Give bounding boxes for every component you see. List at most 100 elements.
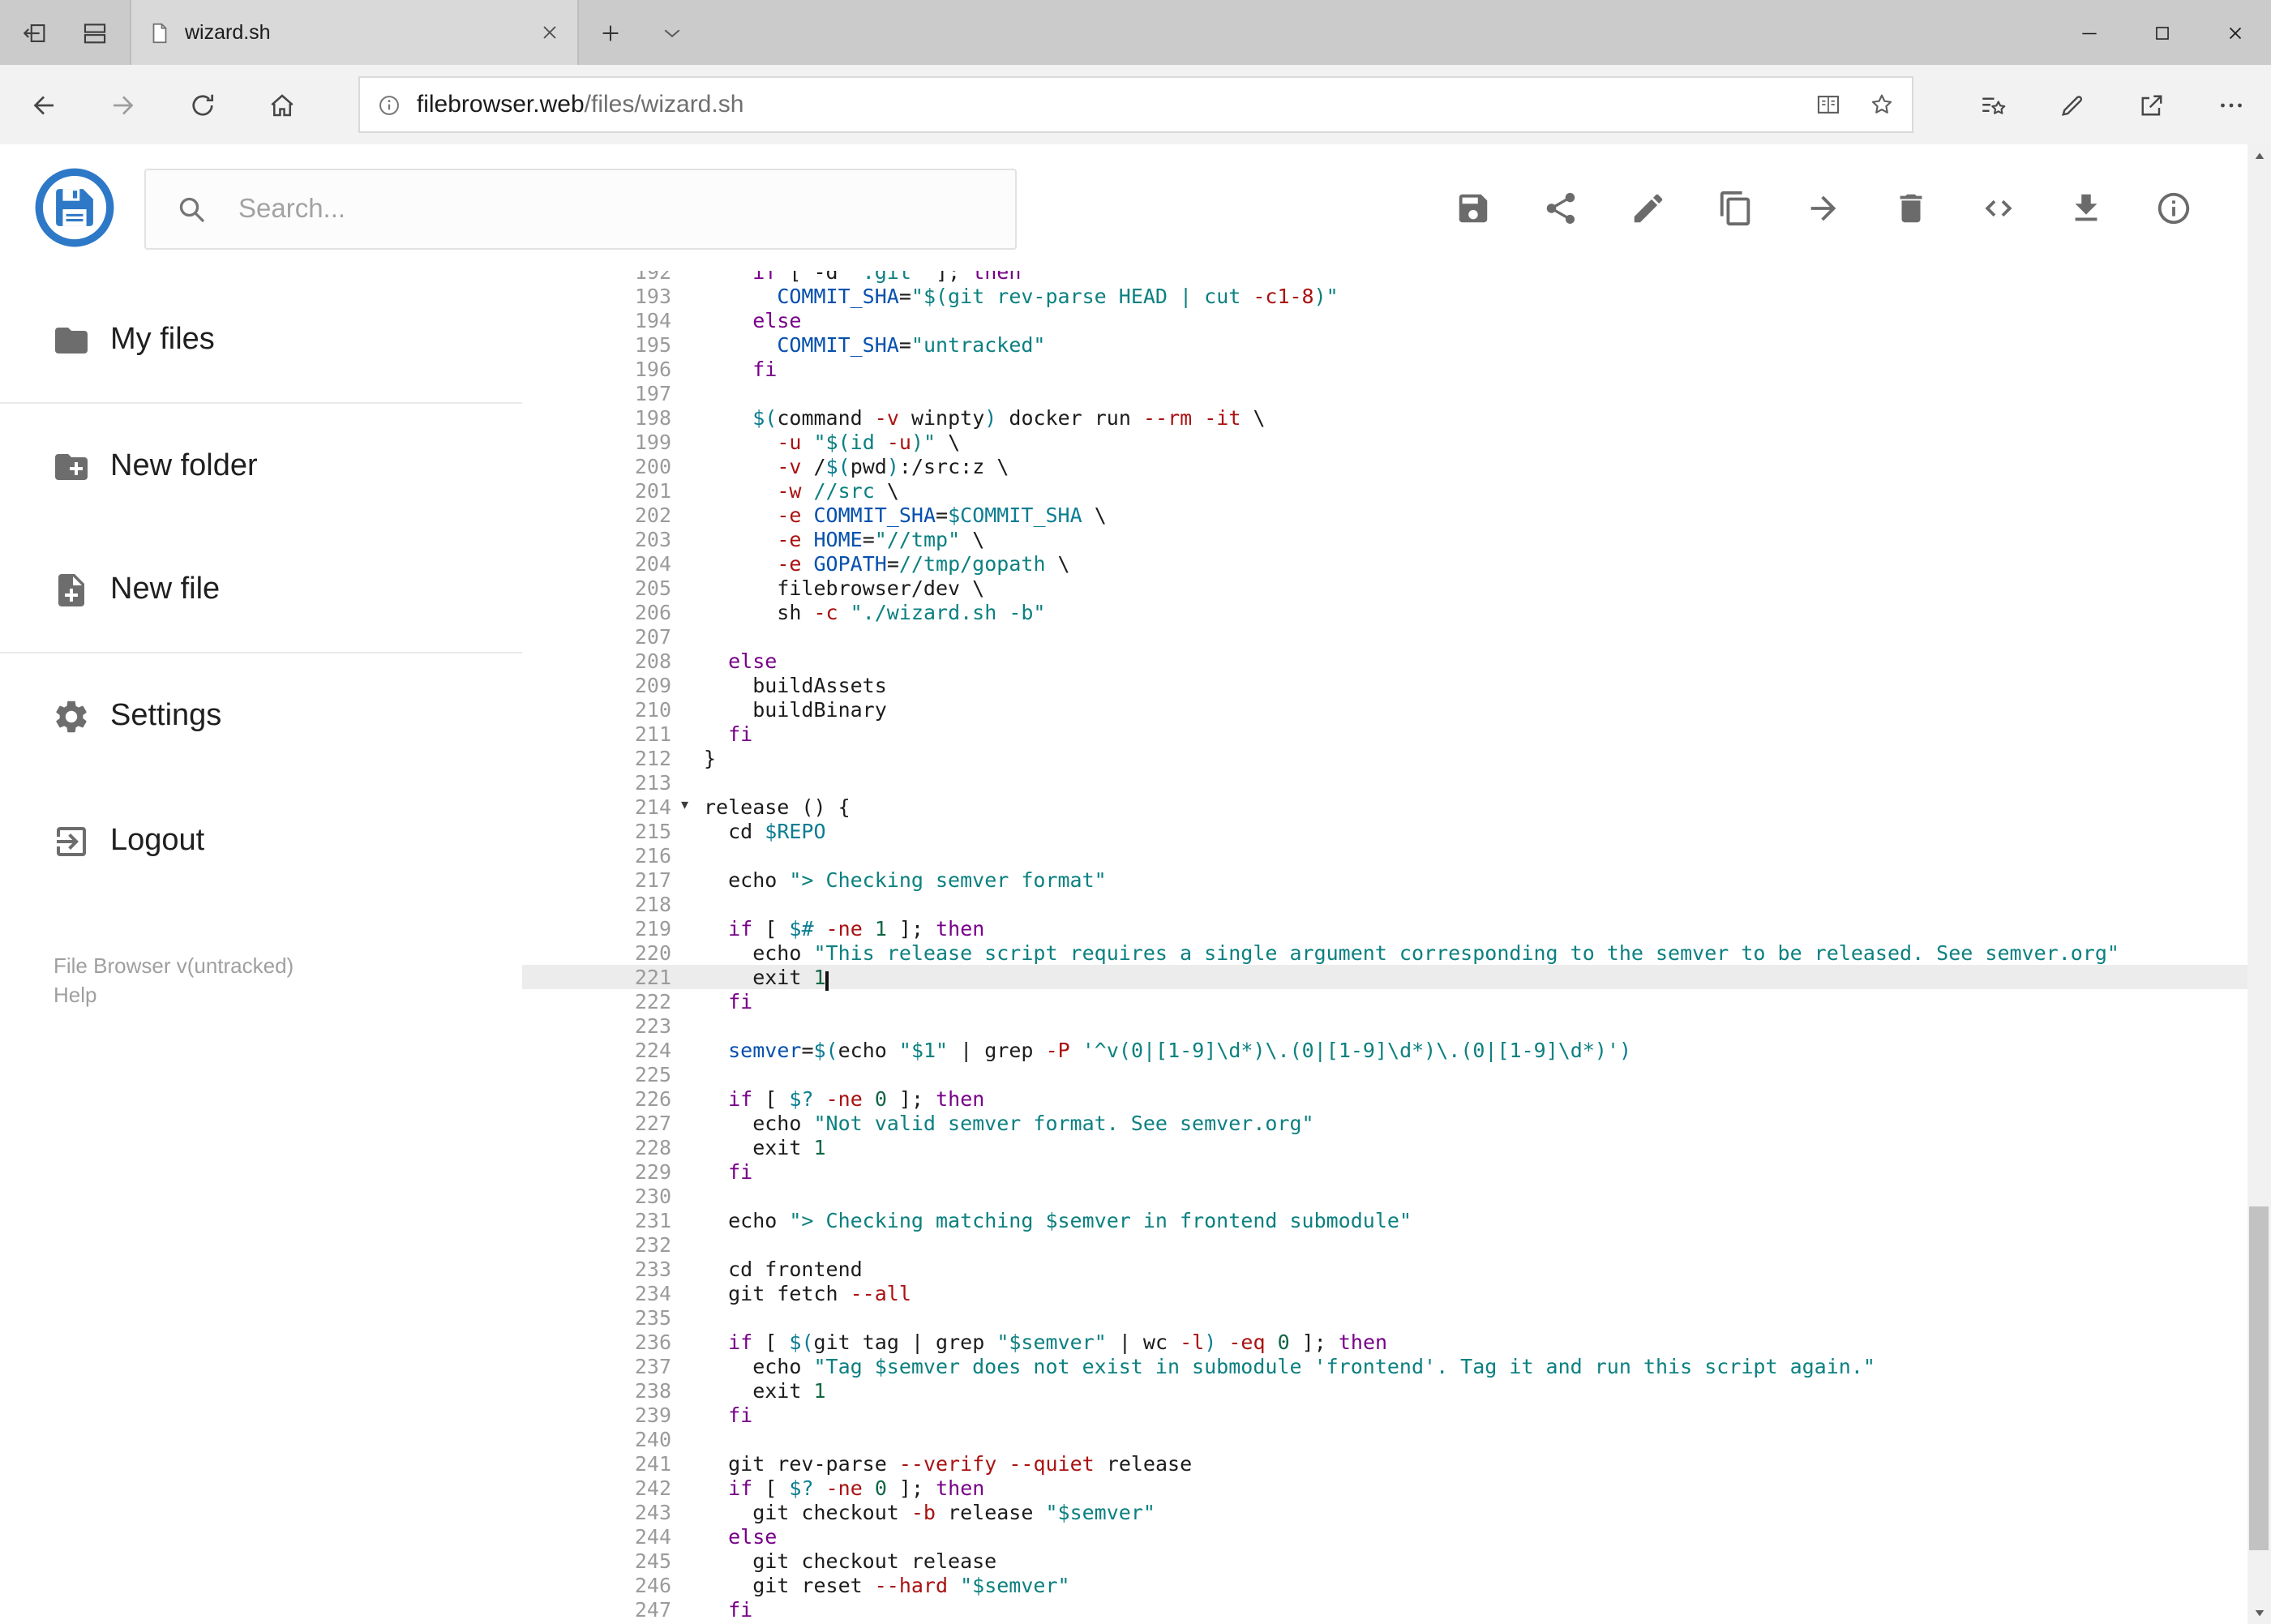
code-line[interactable]: 220 echo "This release script requires a…	[522, 941, 2247, 965]
share-page-button[interactable]	[2112, 66, 2192, 144]
home-button[interactable]	[242, 66, 322, 144]
code-line[interactable]: 212}	[522, 746, 2247, 770]
share-button[interactable]	[1524, 172, 1596, 243]
code-line[interactable]: 230	[522, 1184, 2247, 1208]
code-line[interactable]: 202 -e COMMIT_SHA=$COMMIT_SHA \	[522, 503, 2247, 527]
code-line[interactable]: 219 if [ $# -ne 1 ]; then	[522, 916, 2247, 941]
sidebar-item-my-files[interactable]: My files	[0, 279, 522, 404]
code-line[interactable]: 201 -w //src \	[522, 478, 2247, 503]
code-line[interactable]: 240	[522, 1427, 2247, 1451]
info-button[interactable]	[2137, 172, 2209, 243]
more-menu-button[interactable]	[2192, 66, 2271, 144]
forward-button[interactable]	[83, 66, 162, 144]
code-line[interactable]: 237 echo "Tag $semver does not exist in …	[522, 1354, 2247, 1378]
code-line[interactable]: 215 cd $REPO	[522, 819, 2247, 843]
edit-button[interactable]	[1612, 172, 1683, 243]
code-line[interactable]: 203 -e HOME="//tmp" \	[522, 527, 2247, 551]
new-tab-button[interactable]	[579, 0, 641, 65]
code-line[interactable]: 223	[522, 1013, 2247, 1038]
code-line[interactable]: 196 fi	[522, 357, 2247, 381]
code-line[interactable]: 222 fi	[522, 989, 2247, 1013]
code-line[interactable]: 214 ▾ release () {	[522, 795, 2247, 819]
address-bar[interactable]: filebrowser.web/files/wizard.sh	[358, 76, 1914, 133]
tab-preview-toggle[interactable]	[641, 0, 702, 65]
filebrowser-logo[interactable]	[34, 167, 115, 248]
code-line[interactable]: 231 echo "> Checking matching $semver in…	[522, 1208, 2247, 1232]
code-line[interactable]: 216	[522, 843, 2247, 868]
search-input[interactable]	[235, 192, 986, 226]
set-tabs-aside-button[interactable]	[11, 8, 59, 57]
maximize-button[interactable]	[2125, 0, 2198, 65]
code-line[interactable]: 235	[522, 1305, 2247, 1330]
refresh-button[interactable]	[163, 66, 242, 144]
tabs-preview-button[interactable]	[71, 8, 119, 57]
add-favorite-icon[interactable]	[1869, 91, 1896, 118]
back-button[interactable]	[3, 66, 83, 144]
sidebar-item-new-folder[interactable]: New folder	[0, 404, 522, 529]
code-line[interactable]: 206 sh -c "./wizard.sh -b"	[522, 600, 2247, 624]
scrollbar-thumb[interactable]	[2249, 1206, 2269, 1550]
code-line[interactable]: 198 $(command -v winpty) docker run --rm…	[522, 405, 2247, 430]
raw-code-button[interactable]	[1962, 172, 2033, 243]
site-info-icon[interactable]	[376, 92, 402, 118]
search-box[interactable]	[144, 169, 1017, 250]
code-line[interactable]: 227 echo "Not valid semver format. See s…	[522, 1111, 2247, 1135]
code-line[interactable]: 234 git fetch --all	[522, 1281, 2247, 1305]
code-line[interactable]: 246 git reset --hard "$semver"	[522, 1573, 2247, 1597]
code-line[interactable]: 247 fi	[522, 1597, 2247, 1622]
code-line[interactable]: 205 filebrowser/dev \	[522, 576, 2247, 600]
code-line[interactable]: 233 cd frontend	[522, 1257, 2247, 1281]
code-line[interactable]: 211 fi	[522, 722, 2247, 746]
code-line[interactable]: 239 fi	[522, 1403, 2247, 1427]
code-editor[interactable]: 192 if [ -d ".git" ]; then 193 COMMIT_SHA…	[522, 271, 2247, 1624]
code-line[interactable]: 200 -v /$(pwd):/src:z \	[522, 454, 2247, 478]
fold-marker-icon[interactable]: ▾	[678, 795, 704, 819]
code-line[interactable]: 204 -e GOPATH=//tmp/gopath \	[522, 551, 2247, 576]
scroll-up-button[interactable]	[2247, 144, 2271, 169]
code-line[interactable]: 217 echo "> Checking semver format"	[522, 868, 2247, 892]
code-line-active[interactable]: 221 exit 1	[522, 965, 2247, 991]
code-line[interactable]: 238 exit 1	[522, 1378, 2247, 1403]
code-line[interactable]: 242 if [ $? -ne 0 ]; then	[522, 1476, 2247, 1500]
code-line[interactable]: 229 fi	[522, 1159, 2247, 1184]
code-line[interactable]: 193 COMMIT_SHA="$(git rev-parse HEAD | c…	[522, 284, 2247, 308]
code-line[interactable]: 226 if [ $? -ne 0 ]; then	[522, 1086, 2247, 1111]
code-line[interactable]: 244 else	[522, 1524, 2247, 1549]
tab-close-icon[interactable]	[538, 21, 561, 44]
sidebar-item-logout[interactable]: Logout	[0, 778, 522, 903]
code-line[interactable]: 218	[522, 892, 2247, 916]
minimize-button[interactable]	[2052, 0, 2125, 65]
help-link[interactable]: Help	[54, 981, 522, 1010]
code-line[interactable]: 195 COMMIT_SHA="untracked"	[522, 332, 2247, 357]
favorites-hub-button[interactable]	[1953, 66, 2033, 144]
code-line[interactable]: 228 exit 1	[522, 1135, 2247, 1159]
code-line[interactable]: 207	[522, 624, 2247, 649]
save-button[interactable]	[1437, 172, 1508, 243]
reading-view-icon[interactable]	[1815, 91, 1843, 118]
browser-tab[interactable]: wizard.sh	[130, 0, 579, 65]
copy-button[interactable]	[1699, 172, 1771, 243]
code-line[interactable]: 245 git checkout release	[522, 1549, 2247, 1573]
download-button[interactable]	[2050, 172, 2121, 243]
code-line[interactable]: 209 buildAssets	[522, 673, 2247, 697]
code-line[interactable]: 241 git rev-parse --verify --quiet relea…	[522, 1451, 2247, 1476]
sidebar-item-new-file[interactable]: New file	[0, 529, 522, 653]
code-line[interactable]: 210 buildBinary	[522, 697, 2247, 722]
code-line[interactable]: 208 else	[522, 649, 2247, 673]
move-button[interactable]	[1787, 172, 1858, 243]
code-line[interactable]: 232	[522, 1232, 2247, 1257]
scroll-down-button[interactable]	[2247, 1600, 2271, 1624]
annotate-button[interactable]	[2033, 66, 2112, 144]
code-line[interactable]: 192 if [ -d ".git" ]; then	[522, 271, 2247, 284]
code-line[interactable]: 199 -u "$(id -u)" \	[522, 430, 2247, 454]
page-scrollbar[interactable]	[2247, 144, 2271, 1624]
code-line[interactable]: 194 else	[522, 308, 2247, 332]
code-line[interactable]: 236 if [ $(git tag | grep "$semver" | wc…	[522, 1330, 2247, 1354]
code-line[interactable]: 213	[522, 770, 2247, 795]
code-line[interactable]: 197	[522, 381, 2247, 405]
delete-button[interactable]	[1875, 172, 1946, 243]
code-line[interactable]: 224 semver=$(echo "$1" | grep -P '^v(0|[…	[522, 1038, 2247, 1062]
close-window-button[interactable]	[2198, 0, 2271, 65]
code-line[interactable]: 225	[522, 1062, 2247, 1086]
code-line[interactable]: 243 git checkout -b release "$semver"	[522, 1500, 2247, 1524]
